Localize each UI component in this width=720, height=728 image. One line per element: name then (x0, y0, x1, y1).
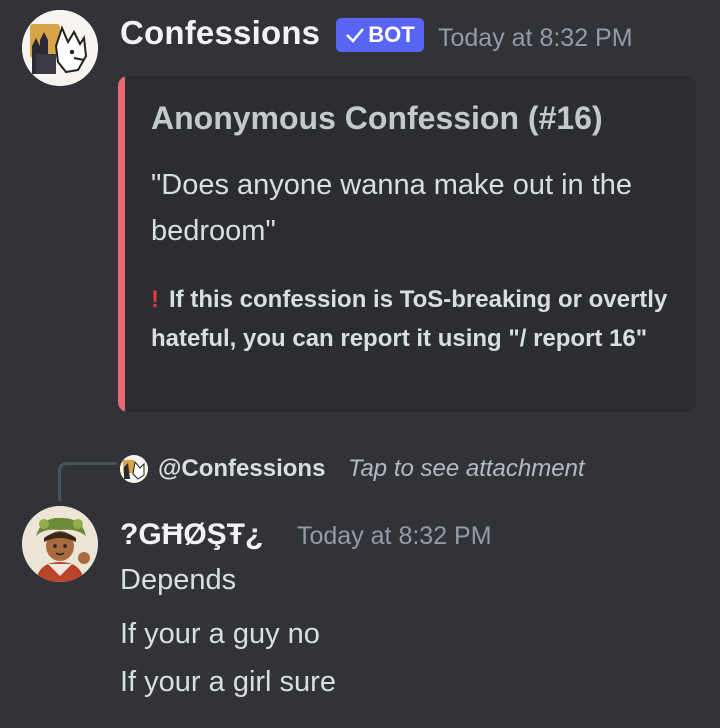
exclamation-icon: ! (151, 286, 159, 313)
bot-tag: BOT (336, 18, 424, 52)
message-text: If your a guy no (120, 618, 320, 650)
author-name-confessions[interactable]: Confessions (120, 14, 320, 52)
reply-mention[interactable]: @Confessions (158, 455, 325, 483)
embed-report-note: ! If this confession is ToS-breaking or o… (151, 280, 681, 358)
ghost-avatar[interactable] (22, 506, 98, 582)
embed-title: Anonymous Confession (#16) (151, 100, 603, 136)
reply-avatar (120, 455, 148, 483)
confessions-logo-icon (22, 10, 98, 86)
author-name-ghost[interactable]: ?GĦØŞŦ¿ (120, 518, 263, 552)
embed-description: "Does anyone wanna make out in the bedro… (151, 169, 633, 247)
reply-connector-line (58, 462, 117, 501)
confessions-mini-icon (120, 455, 148, 483)
timestamp: Today at 8:32 PM (438, 24, 633, 52)
reply-attachment-link[interactable]: Tap to see attachment (348, 455, 585, 483)
confessions-avatar[interactable] (22, 10, 98, 86)
embed-accent-bar (118, 76, 125, 412)
message-text: If your a girl sure (120, 666, 336, 698)
bot-tag-label: BOT (368, 22, 415, 47)
confession-embed: Anonymous Confession (#16) "Does anyone … (118, 76, 696, 412)
report-note-text: If this confession is ToS-breaking or ov… (151, 286, 668, 352)
message-text: Depends (120, 564, 237, 596)
verified-check-icon (346, 28, 365, 43)
timestamp: Today at 8:32 PM (297, 522, 492, 550)
user-portrait-icon (22, 506, 98, 582)
